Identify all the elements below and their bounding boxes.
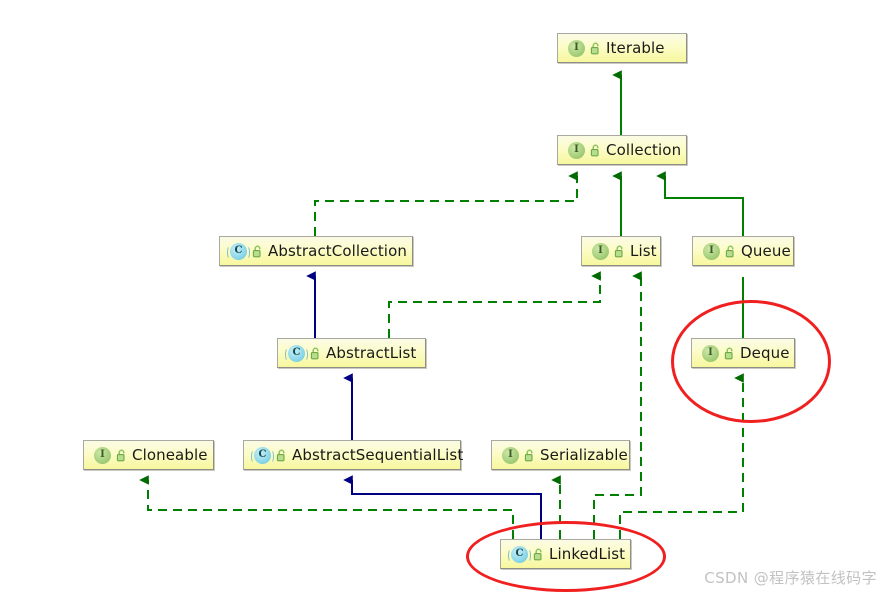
uml-node-label: AbstractList xyxy=(326,344,417,362)
uml-node-deque[interactable]: I Deque xyxy=(691,338,795,368)
edge-layer xyxy=(139,70,744,539)
interface-icon: I xyxy=(699,344,722,362)
unlock-icon xyxy=(252,245,261,257)
uml-node-abstract-sequential-list[interactable]: C AbstractSequentialList xyxy=(243,440,464,470)
edge-abstractlist-to-list xyxy=(388,271,601,338)
uml-node-serializable[interactable]: I Serializable xyxy=(491,440,630,470)
unlock-icon xyxy=(724,347,733,359)
unlock-icon xyxy=(725,245,734,257)
uml-node-label: Deque xyxy=(740,344,790,362)
interface-icon: I xyxy=(700,242,723,260)
class-icon: C xyxy=(285,344,308,362)
uml-node-queue[interactable]: I Queue xyxy=(692,236,794,266)
unlock-icon xyxy=(590,42,599,54)
class-icon: C xyxy=(251,446,274,464)
class-icon: C xyxy=(227,242,250,260)
unlock-icon xyxy=(590,144,599,156)
unlock-icon xyxy=(116,449,125,461)
uml-node-label: LinkedList xyxy=(549,545,626,563)
interface-icon: I xyxy=(91,446,114,464)
uml-node-label: AbstractCollection xyxy=(268,242,407,260)
uml-node-cloneable[interactable]: I Cloneable xyxy=(83,440,214,470)
unlock-icon xyxy=(614,245,623,257)
unlock-icon xyxy=(276,449,285,461)
uml-node-label: List xyxy=(630,242,657,260)
interface-icon: I xyxy=(565,39,588,57)
uml-node-label: Iterable xyxy=(606,39,665,57)
edge-linkedlist-to-cloneable xyxy=(139,475,514,539)
uml-node-label: Queue xyxy=(741,242,791,260)
unlock-icon xyxy=(310,347,319,359)
edge-queue-to-collection xyxy=(656,171,744,236)
uml-node-list[interactable]: I List xyxy=(581,236,661,266)
uml-diagram-canvas: I Iterable I Collection C AbstractCollec… xyxy=(0,0,885,594)
class-icon: C xyxy=(508,545,531,563)
uml-node-iterable[interactable]: I Iterable xyxy=(557,33,687,63)
edge-linkedlist-to-list xyxy=(593,271,642,539)
interface-icon: I xyxy=(565,141,588,159)
edge-abstractcollection-to-collection xyxy=(314,171,578,236)
watermark: CSDN @程序猿在线码字 xyxy=(704,569,877,587)
uml-node-label: AbstractSequentialList xyxy=(292,446,464,464)
uml-node-abstract-collection[interactable]: C AbstractCollection xyxy=(219,236,413,266)
uml-node-label: Serializable xyxy=(540,446,628,464)
uml-node-label: Collection xyxy=(606,141,682,159)
unlock-icon xyxy=(524,449,533,461)
interface-icon: I xyxy=(589,242,612,260)
uml-node-abstract-list[interactable]: C AbstractList xyxy=(277,338,426,368)
uml-node-linked-list[interactable]: C LinkedList xyxy=(500,539,631,569)
interface-icon: I xyxy=(499,446,522,464)
unlock-icon xyxy=(533,548,542,560)
uml-node-label: Cloneable xyxy=(132,446,208,464)
uml-node-collection[interactable]: I Collection xyxy=(557,135,687,165)
